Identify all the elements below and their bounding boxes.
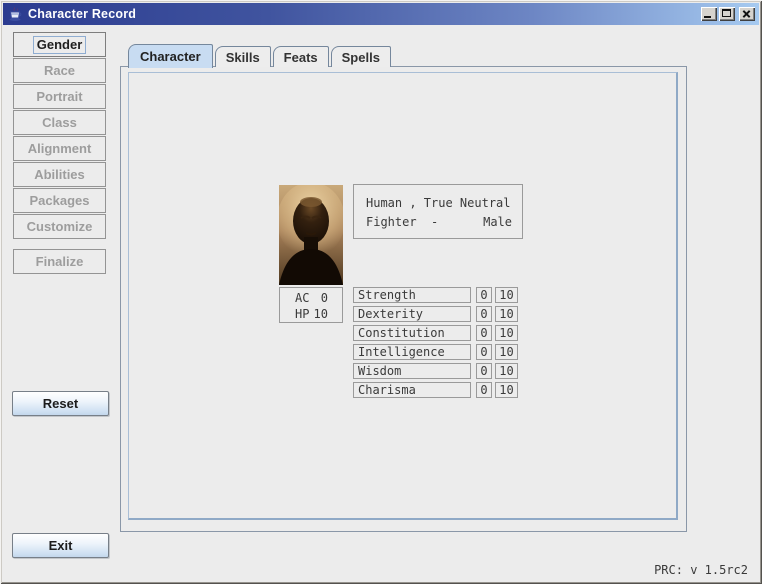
- hp-row: HP 10: [295, 306, 328, 322]
- hp-value: 10: [314, 306, 328, 322]
- ability-modifier: 0: [476, 344, 492, 360]
- ability-name: Charisma: [353, 382, 471, 398]
- ability-name: Intelligence: [353, 344, 471, 360]
- ability-name: Constitution: [353, 325, 471, 341]
- character-summary-box: Human , True Neutral Fighter - Male: [353, 184, 523, 239]
- ability-score: 10: [495, 306, 518, 322]
- ability-modifier: 0: [476, 363, 492, 379]
- sidebar-button-abilities-label: Abilities: [34, 167, 85, 182]
- ability-modifier: 0: [476, 325, 492, 341]
- sidebar-button-finalize-label: Finalize: [36, 254, 84, 269]
- tab-spells[interactable]: Spells: [331, 46, 391, 67]
- ability-name: Strength: [353, 287, 471, 303]
- sidebar-button-alignment[interactable]: Alignment: [13, 136, 106, 161]
- ability-score: 10: [495, 325, 518, 341]
- minimize-button[interactable]: [701, 7, 717, 21]
- sidebar-button-portrait[interactable]: Portrait: [13, 84, 106, 109]
- hp-label: HP: [295, 306, 309, 322]
- ac-label: AC: [295, 290, 309, 306]
- sidebar-button-alignment-label: Alignment: [28, 141, 92, 156]
- ability-name: Dexterity: [353, 306, 471, 322]
- titlebar[interactable]: Character Record: [3, 3, 759, 25]
- ability-modifier: 0: [476, 287, 492, 303]
- ability-score: 10: [495, 287, 518, 303]
- tab-character[interactable]: Character: [128, 44, 213, 68]
- reset-button[interactable]: Reset: [12, 391, 109, 416]
- sidebar-button-gender-label: Gender: [33, 36, 87, 54]
- titlebar-controls: [701, 7, 755, 21]
- sidebar-button-race[interactable]: Race: [13, 58, 106, 83]
- ac-row: AC 0: [295, 290, 328, 306]
- tab-feats-label: Feats: [284, 50, 318, 65]
- sidebar-button-race-label: Race: [44, 63, 75, 78]
- sidebar-button-customize-label: Customize: [27, 219, 93, 234]
- summary-class-gender: Fighter - Male: [366, 213, 512, 232]
- sidebar-button-class-label: Class: [42, 115, 77, 130]
- version-label: PRC: v 1.5rc2: [654, 563, 748, 577]
- window-title: Character Record: [28, 7, 136, 21]
- exit-button-label: Exit: [49, 538, 73, 553]
- ability-modifier: 0: [476, 382, 492, 398]
- exit-button[interactable]: Exit: [12, 533, 109, 558]
- ac-value: 0: [321, 290, 328, 306]
- maximize-button[interactable]: [719, 7, 735, 21]
- ability-score: 10: [495, 344, 518, 360]
- sidebar-button-finalize[interactable]: Finalize: [13, 249, 106, 274]
- sidebar-button-packages[interactable]: Packages: [13, 188, 106, 213]
- tab-skills[interactable]: Skills: [215, 46, 271, 67]
- tab-skills-label: Skills: [226, 50, 260, 65]
- wizard-step-sidebar: Gender Race Portrait Class Alignment Abi…: [13, 32, 106, 275]
- tab-bar: Character Skills Feats Spells: [128, 44, 391, 67]
- ability-score: 10: [495, 382, 518, 398]
- java-cup-icon: [7, 6, 23, 22]
- sidebar-button-portrait-label: Portrait: [36, 89, 82, 104]
- tab-feats[interactable]: Feats: [273, 46, 329, 67]
- maximize-icon: [722, 9, 731, 17]
- combat-stats-box: AC 0 HP 10: [279, 287, 343, 323]
- sidebar-button-packages-label: Packages: [30, 193, 90, 208]
- ability-name: Wisdom: [353, 363, 471, 379]
- reset-button-label: Reset: [43, 396, 78, 411]
- sidebar-button-abilities[interactable]: Abilities: [13, 162, 106, 187]
- tab-spells-label: Spells: [342, 50, 380, 65]
- sidebar-button-customize[interactable]: Customize: [13, 214, 106, 239]
- sidebar-button-gender[interactable]: Gender: [13, 32, 106, 57]
- close-button[interactable]: [739, 7, 755, 21]
- ability-modifier: 0: [476, 306, 492, 322]
- summary-class: Fighter -: [366, 213, 438, 232]
- sidebar-button-class[interactable]: Class: [13, 110, 106, 135]
- ability-score: 10: [495, 363, 518, 379]
- character-record-window: Character Record Gender Race Portrait Cl…: [0, 0, 762, 584]
- summary-race-alignment: Human , True Neutral: [366, 194, 512, 213]
- character-summary-panel: Human , True Neutral Fighter - Male AC 0…: [128, 72, 678, 520]
- minimize-icon: [704, 16, 711, 18]
- character-portrait-image: [279, 185, 343, 285]
- summary-gender: Male: [483, 213, 512, 232]
- tab-character-label: Character: [140, 49, 201, 64]
